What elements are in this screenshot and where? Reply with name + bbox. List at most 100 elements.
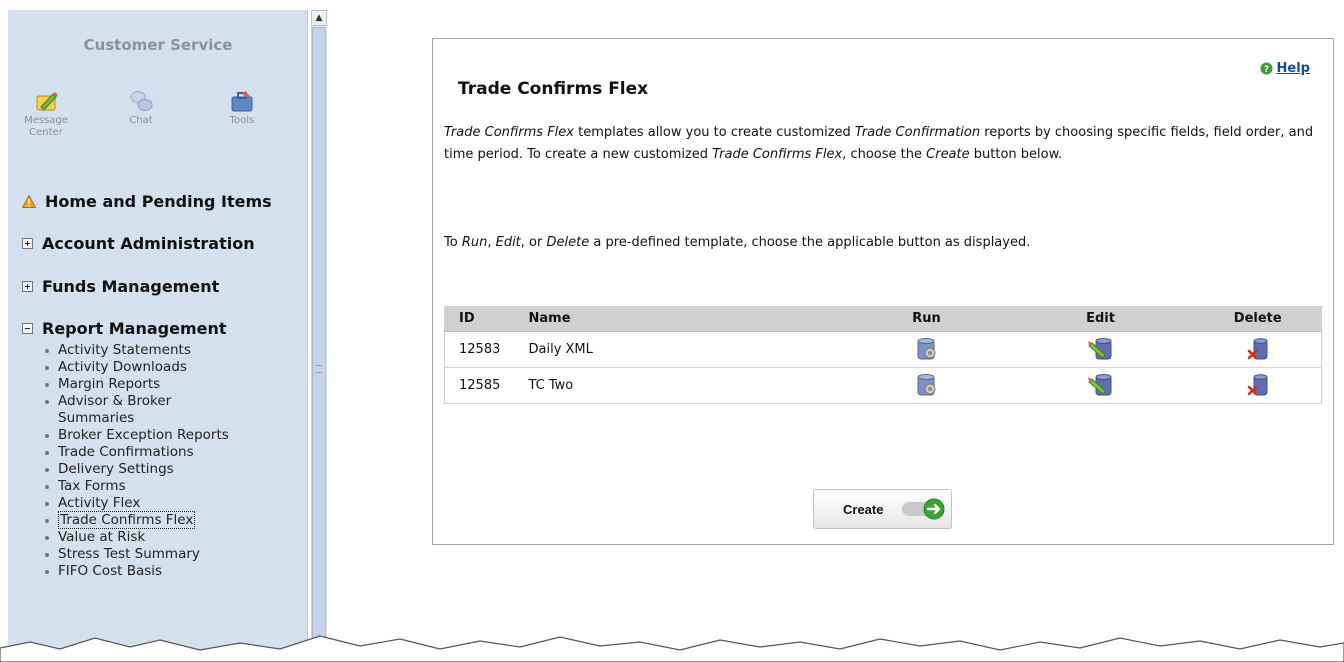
scrollbar-grip-icon: [316, 365, 322, 373]
help-link[interactable]: ? Help: [1260, 61, 1310, 76]
report-item: Activity Statements: [42, 342, 297, 359]
report-item: Delivery Settings: [42, 461, 297, 478]
instr-text: To: [444, 235, 462, 250]
row-id: 12583: [444, 331, 529, 368]
report-item-fifo-cost-basis[interactable]: FIFO Cost Basis: [58, 563, 162, 579]
report-item-tax-forms[interactable]: Tax Forms: [58, 478, 126, 494]
desc-term: Trade Confirms Flex: [444, 125, 574, 140]
trade-confirms-flex-panel: ? Help Trade Confirms Flex Trade Confirm…: [432, 38, 1334, 545]
message-center-icon: [36, 92, 58, 111]
chat-button[interactable]: Chat: [111, 88, 171, 126]
col-header-id: ID: [444, 306, 529, 332]
instr-term: Delete: [546, 235, 590, 250]
report-item: Advisor & Broker Summaries: [42, 393, 217, 427]
instr-term: Run: [461, 235, 488, 250]
col-header-edit: Edit: [1006, 306, 1195, 332]
collapse-icon: [22, 322, 33, 334]
edit-icon[interactable]: [1087, 372, 1115, 398]
sidebar-scrollbar-thumb[interactable]: [312, 27, 326, 662]
report-item-activity-flex[interactable]: Activity Flex: [58, 495, 140, 511]
instr-term: Edit: [495, 235, 521, 250]
table-row: 12583 Daily XML: [444, 331, 1322, 368]
report-item-broker-exception-reports[interactable]: Broker Exception Reports: [58, 427, 229, 443]
report-item: Trade Confirmations: [42, 444, 297, 461]
nav-funds-management[interactable]: Funds Management: [22, 275, 219, 297]
desc-term: Trade Confirmation: [854, 125, 981, 140]
chat-icon: [130, 91, 153, 111]
report-item: FIFO Cost Basis: [42, 563, 297, 580]
row-name: Daily XML: [528, 331, 847, 368]
instr-text: , or: [520, 235, 547, 250]
desc-text: button below.: [969, 147, 1063, 162]
delete-icon[interactable]: [1246, 373, 1270, 397]
col-header-delete: Delete: [1194, 306, 1322, 332]
edit-cell: [1006, 367, 1195, 404]
report-item: Broker Exception Reports: [42, 427, 297, 444]
message-center-label-2: Center: [29, 127, 63, 138]
table-row: 12585 TC Two: [444, 367, 1322, 404]
report-item-trade-confirms-flex[interactable]: Trade Confirms Flex: [58, 511, 196, 529]
report-item: Trade Confirms Flex: [42, 511, 297, 529]
message-center-label-1: Message: [24, 115, 68, 126]
run-cell: [846, 367, 1007, 404]
edit-cell: [1006, 331, 1195, 368]
run-icon[interactable]: [916, 373, 938, 397]
report-management-list: Activity Statements Activity Downloads M…: [42, 342, 297, 580]
nav-account-administration-label: Account Administration: [42, 233, 255, 253]
torn-edge-decoration: [0, 635, 1344, 662]
report-item-stress-test-summary[interactable]: Stress Test Summary: [58, 546, 200, 562]
description-paragraph: Trade Confirms Flex templates allow you …: [444, 122, 1324, 166]
tools-button[interactable]: Tools: [212, 88, 272, 126]
expand-icon: [22, 280, 33, 292]
report-item-trade-confirmations[interactable]: Trade Confirmations: [58, 444, 194, 460]
scroll-up-arrow-icon[interactable]: ▲: [311, 10, 327, 26]
desc-term: Create: [926, 147, 970, 162]
edit-icon[interactable]: [1087, 336, 1115, 362]
arrow-right-icon: [902, 498, 945, 520]
table-header-row: ID Name Run Edit Delete: [444, 306, 1322, 332]
tools-icon: [231, 91, 253, 112]
report-item-delivery-settings[interactable]: Delivery Settings: [58, 461, 174, 477]
report-item-advisor-broker-summaries[interactable]: Advisor & Broker Summaries: [58, 393, 171, 426]
run-cell: [846, 331, 1007, 368]
desc-text: , choose the: [842, 147, 927, 162]
report-item: Activity Flex: [42, 495, 297, 512]
svg-text:?: ?: [1263, 65, 1268, 75]
delete-cell: [1194, 331, 1322, 368]
nav-home-pending[interactable]: Home and Pending Items: [22, 190, 272, 212]
nav-home-pending-label: Home and Pending Items: [45, 191, 272, 211]
row-id: 12585: [444, 367, 529, 404]
expand-icon: [22, 237, 33, 249]
chat-label: Chat: [129, 115, 153, 126]
report-item-value-at-risk[interactable]: Value at Risk: [58, 529, 145, 545]
report-item-activity-statements[interactable]: Activity Statements: [58, 342, 191, 358]
report-item: Value at Risk: [42, 529, 297, 546]
message-center-button[interactable]: Message Center: [16, 88, 76, 138]
desc-term: Trade Confirms Flex: [712, 147, 843, 162]
report-item-margin-reports[interactable]: Margin Reports: [58, 376, 160, 392]
nav-account-administration[interactable]: Account Administration: [22, 232, 255, 254]
help-icon: ?: [1260, 62, 1273, 75]
report-item: Stress Test Summary: [42, 546, 297, 563]
warning-icon: [22, 194, 36, 208]
report-item: Margin Reports: [42, 376, 297, 393]
col-header-run: Run: [846, 306, 1007, 332]
run-icon[interactable]: [916, 337, 938, 361]
report-item: Activity Downloads: [42, 359, 297, 376]
templates-table: ID Name Run Edit Delete 12583 Daily XML: [444, 306, 1322, 404]
create-button[interactable]: Create: [813, 489, 952, 529]
tools-label: Tools: [229, 115, 255, 126]
create-button-label: Create: [843, 501, 884, 517]
nav-report-management[interactable]: Report Management: [22, 317, 227, 339]
nav-report-management-label: Report Management: [42, 318, 227, 338]
desc-text: templates allow you to create customized: [574, 125, 855, 140]
delete-icon[interactable]: [1246, 337, 1270, 361]
report-item-activity-downloads[interactable]: Activity Downloads: [58, 359, 187, 375]
page-title: Trade Confirms Flex: [458, 79, 649, 99]
delete-cell: [1194, 367, 1322, 404]
customer-service-title: Customer Service: [83, 36, 233, 54]
instr-text: ,: [487, 235, 496, 250]
row-name: TC Two: [528, 367, 847, 404]
instr-text: a pre-defined template, choose the appli…: [589, 235, 1031, 250]
col-header-name: Name: [528, 306, 847, 332]
